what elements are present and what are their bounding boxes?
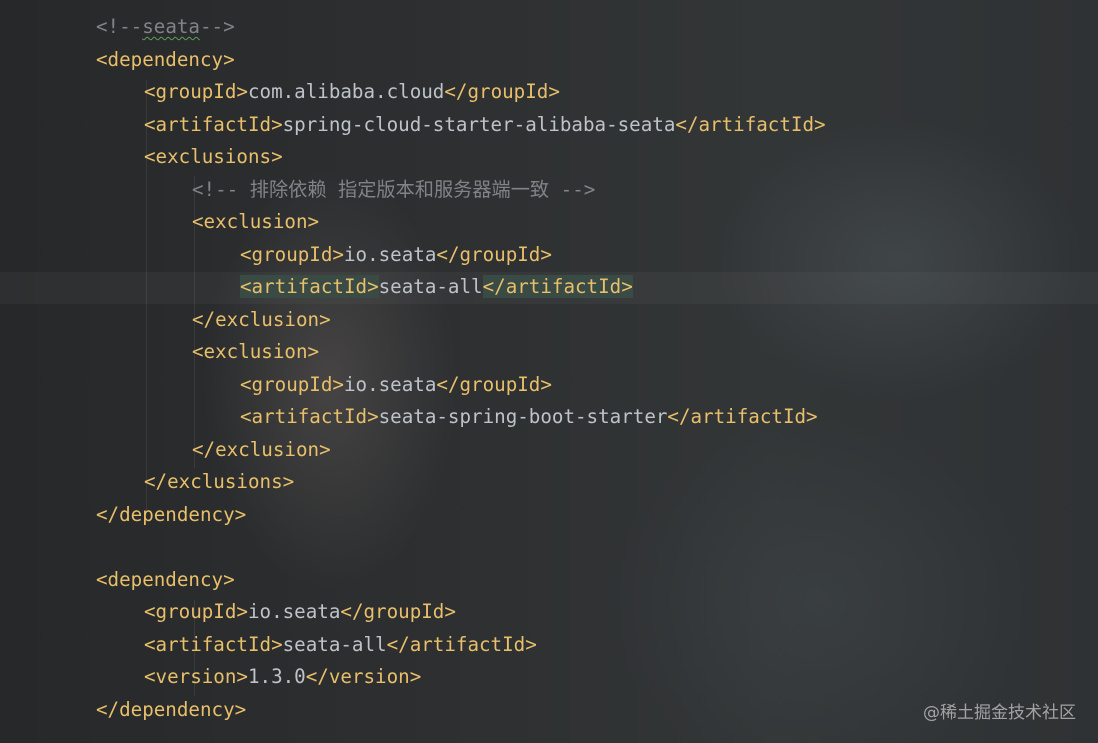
code-tag: </exclusions> (144, 470, 295, 493)
code-text: io.seata (343, 372, 437, 396)
code-text: seata-all (378, 275, 483, 298)
code-comment: seata (142, 15, 200, 38)
code-tag: </groupId> (340, 600, 456, 623)
code-line[interactable]: <version>1.3.0</version> (0, 661, 421, 693)
code-line[interactable]: <artifactId>seata-all</artifactId> (0, 629, 537, 661)
code-line[interactable]: <groupId>io.seata</groupId> (0, 239, 552, 271)
code-text: spring-cloud-starter-alibaba-seata (282, 112, 676, 136)
code-comment: <!-- (96, 15, 143, 38)
code-tag: </exclusion> (192, 307, 331, 331)
code-tag: <exclusion> (192, 340, 320, 363)
code-tag: <version> (144, 665, 248, 688)
code-text: 1.3.0 (247, 665, 306, 688)
code-line[interactable]: </dependency> (0, 694, 246, 726)
code-tag: <groupId> (240, 242, 344, 266)
code-line[interactable]: <dependency> (0, 44, 235, 76)
code-text: seata-spring-boot-starter (378, 405, 668, 428)
code-tag: <artifactId> (240, 405, 379, 428)
code-line[interactable]: <exclusions> (0, 141, 283, 173)
code-tag: </groupId> (436, 372, 552, 396)
code-line[interactable]: </exclusion> (0, 304, 331, 336)
code-text: com.alibaba.cloud (247, 80, 445, 103)
code-text: io.seata (247, 600, 341, 623)
code-line[interactable]: <dependency> (0, 564, 235, 596)
code-line[interactable]: <groupId>io.seata</groupId> (0, 596, 456, 628)
code-line[interactable]: <artifactId>spring-cloud-starter-alibaba… (0, 109, 826, 141)
code-line[interactable]: <exclusion> (0, 336, 319, 368)
code-tag: <dependency> (96, 47, 235, 71)
code-text: seata-all (282, 632, 387, 656)
code-tag: <exclusions> (144, 145, 283, 168)
code-line[interactable] (0, 531, 96, 563)
code-line[interactable]: <artifactId>seata-spring-boot-starter</a… (0, 401, 818, 433)
code-tag: </version> (305, 665, 422, 688)
code-tag: </groupId> (444, 80, 560, 103)
code-tag: <dependency> (96, 567, 235, 591)
code-line[interactable]: <exclusion> (0, 206, 319, 238)
code-line[interactable]: <groupId>com.alibaba.cloud</groupId> (0, 76, 560, 108)
code-text: io.seata (343, 242, 437, 266)
code-line[interactable]: </dependency> (0, 499, 246, 531)
code-tag: <artifactId> (144, 112, 283, 136)
code-tag: </artifactId> (667, 405, 818, 428)
code-tag: </dependency> (96, 502, 247, 526)
code-tag: </artifactId> (482, 275, 633, 298)
code-tag: </exclusion> (192, 437, 331, 461)
code-tag: <groupId> (144, 80, 248, 103)
code-line[interactable]: <!--seata--> (0, 11, 235, 43)
code-tag: <artifactId> (144, 632, 283, 656)
code-comment: <!-- 排除依赖 指定版本和服务器端一致 --> (192, 177, 596, 201)
code-tag: </artifactId> (675, 112, 826, 136)
code-tag: </dependency> (96, 697, 247, 721)
code-tag: <groupId> (240, 372, 344, 396)
code-line[interactable]: </exclusion> (0, 434, 331, 466)
code-line[interactable]: <groupId>io.seata</groupId> (0, 369, 552, 401)
code-line[interactable]: <artifactId>seata-all</artifactId> (0, 271, 633, 303)
code-tag: </groupId> (436, 242, 552, 266)
code-tag: <exclusion> (192, 210, 320, 233)
code-tag: </artifactId> (386, 632, 537, 656)
code-line[interactable]: </exclusions> (0, 466, 294, 498)
code-editor[interactable]: <!--seata--> <dependency> <groupId>com.ali… (0, 0, 1098, 743)
code-tag: <artifactId> (240, 275, 379, 298)
code-line[interactable]: <!-- 排除依赖 指定版本和服务器端一致 --> (0, 174, 595, 206)
watermark: @稀土掘金技术社区 (923, 703, 1076, 723)
code-comment: --> (199, 15, 235, 38)
code-tag: <groupId> (144, 600, 248, 623)
